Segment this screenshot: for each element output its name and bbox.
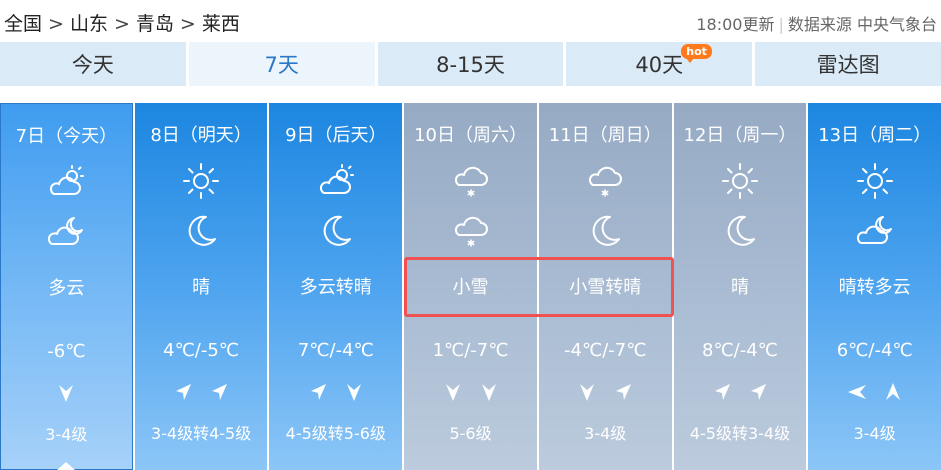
light-snow-icon [451, 211, 491, 251]
temperature-range: 4℃/-5℃ [163, 340, 240, 361]
wind-direction [404, 380, 537, 408]
temperature-range: -6℃ [47, 341, 86, 362]
divider: | [778, 15, 784, 34]
wind-direction [135, 380, 268, 408]
tab-7-days[interactable]: 7天 [188, 42, 375, 86]
day-column[interactable]: 7日（今天） 多云 -6℃ 3-4级 [0, 103, 133, 470]
light-snow-icon [451, 161, 491, 201]
day-column[interactable]: 12日（周一） 晴 8℃/-4℃ 4-5级转3-4级 [673, 103, 807, 470]
temperature-range: 7℃/-4℃ [297, 340, 374, 361]
wind-south-icon [881, 380, 905, 404]
light-snow-icon [585, 161, 625, 201]
wind-north-icon [477, 380, 501, 404]
wind-southwest-icon [306, 380, 330, 404]
forecast-tabs: 今天 7天 8-15天 40天 hot 雷达图 [0, 42, 941, 86]
wind-level: 4-5级转5-6级 [285, 424, 386, 443]
wind-direction [1, 381, 132, 409]
day-date: 7日（今天） [15, 126, 118, 147]
breadcrumb-item-country[interactable]: 全国 [4, 9, 42, 36]
weather-condition: 多云转晴 [299, 277, 372, 298]
wind-north-icon [342, 380, 366, 404]
highlight-box [404, 257, 674, 317]
day-column[interactable]: 8日（明天） 晴 4℃/-5℃ 3-4级转4-5级 [134, 103, 268, 470]
weather-condition: 晴转多云 [838, 277, 911, 298]
moon-icon [316, 211, 356, 251]
breadcrumb-separator: > [179, 13, 196, 35]
wind-southwest-icon [171, 380, 195, 404]
moon-icon [720, 211, 760, 251]
wind-level: 3-4级转4-5级 [150, 424, 252, 443]
breadcrumb-item-city[interactable]: 青岛 [136, 9, 174, 36]
day-date: 12日（周一） [683, 125, 797, 146]
wind-level: 3-4级 [853, 424, 896, 443]
data-source-info: 18:00更新 | 数据来源 中央气象台 [696, 11, 937, 35]
tab-label: 7天 [264, 53, 299, 77]
wind-southwest-icon [207, 380, 231, 404]
partly-cloudy-day-icon [46, 162, 86, 202]
day-date: 13日（周二） [818, 125, 932, 146]
day-date: 8日（明天） [150, 125, 252, 146]
hot-badge: hot [681, 44, 712, 63]
moon-icon [181, 211, 221, 251]
sunny-icon [720, 161, 760, 201]
breadcrumb-item-province[interactable]: 山东 [70, 9, 108, 36]
breadcrumb-separator: > [113, 13, 130, 35]
wind-east-icon [845, 380, 869, 404]
temperature-range: 1℃/-7℃ [432, 340, 509, 361]
wind-direction [808, 380, 941, 408]
sunny-icon [855, 161, 895, 201]
partly-cloudy-day-icon [316, 161, 356, 201]
day-column[interactable]: 9日（后天） 多云转晴 7℃/-4℃ 4-5级转5-6级 [269, 103, 403, 470]
wind-southwest-icon [746, 380, 770, 404]
weather-condition: 晴 [730, 277, 749, 298]
temperature-range: 8℃/-4℃ [702, 340, 778, 361]
tab-today[interactable]: 今天 [0, 42, 186, 86]
wind-level: 3-4级 [45, 425, 88, 444]
partly-cloudy-night-icon [855, 211, 895, 251]
temperature-range: 6℃/-4℃ [836, 340, 913, 361]
weather-condition: 晴 [192, 277, 211, 298]
tab-radar[interactable]: 雷达图 [755, 42, 941, 86]
weather-condition: 多云 [48, 278, 85, 299]
update-time: 18:00更新 [696, 15, 775, 34]
day-date: 10日（周六） [414, 125, 527, 146]
tab-label: 雷达图 [816, 53, 880, 77]
source-name: 中央气象台 [856, 15, 937, 34]
day-date: 11日（周日） [548, 125, 662, 146]
wind-level: 5-6级 [449, 424, 492, 443]
partly-cloudy-night-icon [46, 212, 86, 252]
wind-direction [539, 380, 672, 408]
tab-40-days[interactable]: 40天 hot [566, 42, 753, 86]
top-bar: 全国 > 山东 > 青岛 > 莱西 18:00更新 | 数据来源 中央气象台 [0, 0, 941, 42]
tab-label: 8-15天 [436, 53, 505, 77]
wind-north-icon [441, 380, 465, 404]
temperature-range: -4℃/-7℃ [564, 340, 647, 361]
breadcrumb-item-county: 莱西 [201, 13, 240, 35]
wind-direction [269, 380, 402, 408]
wind-direction [674, 380, 807, 408]
sunny-icon [181, 161, 221, 201]
breadcrumb: 全国 > 山东 > 青岛 > 莱西 [4, 9, 240, 36]
tab-8-15-days[interactable]: 8-15天 [377, 42, 564, 86]
wind-north-icon [54, 381, 78, 405]
source-label: 数据来源 [787, 15, 852, 34]
day-date: 9日（后天） [285, 125, 387, 146]
tab-label: 今天 [71, 53, 114, 77]
wind-level: 3-4级 [584, 424, 627, 443]
wind-north-icon [575, 380, 599, 404]
moon-icon [585, 211, 625, 251]
tab-label: 40天 [635, 53, 684, 77]
wind-southwest-icon [611, 380, 635, 404]
selected-pointer [57, 462, 75, 470]
wind-level: 4-5级转3-4级 [689, 424, 791, 443]
day-column[interactable]: 13日（周二） 晴转多云 6℃/-4℃ 3-4级 [808, 103, 941, 470]
breadcrumb-separator: > [48, 13, 64, 35]
wind-southwest-icon [710, 380, 734, 404]
